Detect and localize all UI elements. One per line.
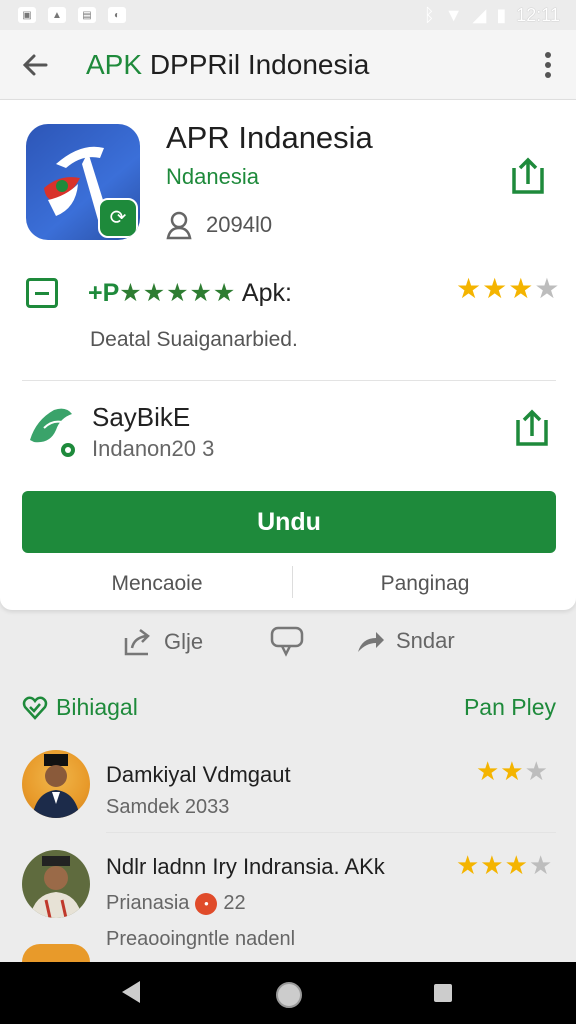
back-arrow-icon[interactable] xyxy=(20,50,50,80)
notification-icons: ▣ ▲ ▤ ◐ xyxy=(18,7,126,23)
bluetooth-icon: ᛒ xyxy=(423,4,435,25)
divider xyxy=(106,832,556,833)
avatar xyxy=(22,944,90,962)
info-title: +P★★★★★ Apk: xyxy=(88,279,292,307)
share-action[interactable]: Glje xyxy=(122,626,203,658)
nav-recents-icon[interactable] xyxy=(434,984,452,1002)
reviews-header-right[interactable]: Pan Pley xyxy=(464,694,556,721)
publisher-logo-icon xyxy=(26,400,76,460)
tab-left[interactable]: Mencaoie xyxy=(22,566,292,602)
publisher-subtitle: Indanon20 3 xyxy=(92,436,215,461)
wifi-icon: ▼ xyxy=(444,4,463,25)
clock: 12:11 xyxy=(516,4,560,25)
status-bar: ▣ ▲ ▤ ◐ ᛒ ▼ ◢ ▮ 12:11 xyxy=(0,0,576,30)
avatar xyxy=(22,850,90,918)
user-icon xyxy=(166,211,192,240)
nav-back-icon[interactable] xyxy=(122,981,140,1003)
category-icon xyxy=(26,278,58,308)
divider xyxy=(22,380,556,381)
app-bar: APK DPPRil Indonesia xyxy=(0,30,576,100)
reviewer-name: Damkiyal Vdmgaut xyxy=(106,762,291,787)
notification-icon: ▣ xyxy=(18,7,36,23)
tab-right[interactable]: Panginag xyxy=(294,566,556,602)
nav-home-icon[interactable] xyxy=(276,982,302,1008)
notification-icon: ▤ xyxy=(78,7,96,23)
badge-icon: ⟳ xyxy=(98,198,138,238)
review-stars: ★★★★ xyxy=(456,850,554,880)
app-name: APR Indanesia xyxy=(166,120,373,155)
reviews-header: Bihiagal Pan Pley xyxy=(22,694,556,721)
developer-link[interactable]: Ndanesia xyxy=(166,164,259,190)
title-prefix: APK xyxy=(86,48,150,80)
forward-arrow-icon xyxy=(358,632,384,652)
action-row: Glje Sndar xyxy=(0,626,576,670)
speech-bubble-icon xyxy=(270,626,304,657)
review-date: Samdek 2033 xyxy=(106,796,230,818)
avatar xyxy=(22,750,90,818)
review-meta: Prianasia • 22 xyxy=(106,892,246,915)
heart-check-icon xyxy=(22,696,48,720)
info-subtitle: Deatal Suaiganarbied. xyxy=(90,328,298,351)
title-main: DPPRil Indonesia xyxy=(149,48,370,80)
system-icons: ᛒ ▼ ◢ ▮ 12:11 xyxy=(424,5,560,26)
app-details-card: ⟳ APR Indanesia Ndanesia 2094l0 +P★★★★★ … xyxy=(0,100,576,610)
page-title: APK DPPRil Indonesia xyxy=(86,49,540,81)
downloads-row: 2094l0 xyxy=(166,210,272,240)
notification-icon: ▲ xyxy=(48,7,66,23)
app-icon: ⟳ xyxy=(26,124,140,240)
reviews-header-left[interactable]: Bihiagal xyxy=(22,694,138,721)
battery-icon: ▮ xyxy=(496,4,507,25)
send-action[interactable]: Sndar xyxy=(356,626,455,656)
review-text: Preaooingntle nadenl xyxy=(106,928,296,950)
reviewer-name: Ndlr ladnn Iry Indransia. AKk xyxy=(106,854,385,879)
rating-stars: ★★★★ xyxy=(456,273,561,304)
tab-separator xyxy=(292,566,293,598)
install-button[interactable]: Undu xyxy=(22,491,556,553)
more-options-icon[interactable] xyxy=(540,51,556,78)
comment-action[interactable] xyxy=(270,626,304,658)
notification-icon: ◐ xyxy=(108,7,126,23)
share-icon xyxy=(124,629,150,656)
title-stars: ★★★★★ xyxy=(119,279,237,307)
downloads-count: 2094l0 xyxy=(206,212,273,237)
signal-icon: ◢ xyxy=(472,4,487,25)
bookmark-share-icon[interactable] xyxy=(514,408,550,448)
system-nav-bar xyxy=(0,962,576,1024)
review-stars: ★★★ xyxy=(476,756,549,786)
reaction-icon: • xyxy=(195,892,218,915)
publisher-name: SayBikE xyxy=(92,402,191,432)
bookmark-share-icon[interactable] xyxy=(510,156,546,196)
